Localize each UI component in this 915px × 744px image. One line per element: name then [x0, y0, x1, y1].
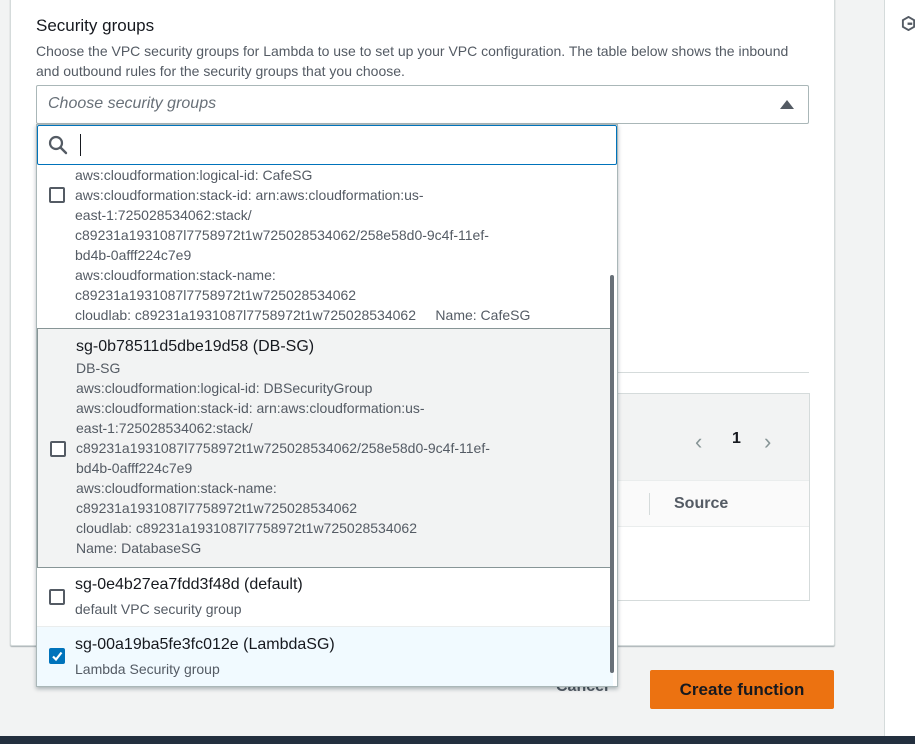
- option-detail: c89231a1931087l7758972t1w725028534062: [76, 500, 358, 516]
- option-detail: aws:cloudformation:stack-name:: [75, 267, 276, 283]
- column-divider: [649, 493, 650, 515]
- option-detail: cloudlab: c89231a1931087l7758972t1w72502…: [76, 520, 417, 536]
- rules-table: ‹ 1 › Source: [617, 393, 810, 601]
- search-input[interactable]: [37, 125, 617, 165]
- security-groups-select[interactable]: Choose security groups: [36, 85, 809, 124]
- rules-column-header-row: Source: [617, 480, 809, 527]
- caret-up-icon: [780, 100, 794, 109]
- bottom-nav-bar: [0, 736, 915, 744]
- checkbox-checked[interactable]: [49, 648, 65, 664]
- select-placeholder: Choose security groups: [48, 95, 217, 112]
- check-icon: [52, 651, 63, 662]
- option-detail: DB-SG: [76, 360, 121, 376]
- option-detail: east-1:725028534062:stack/: [76, 420, 253, 436]
- checkbox[interactable]: [49, 589, 65, 605]
- option-detail: aws:cloudformation:stack-id: arn:aws:clo…: [75, 187, 424, 203]
- security-groups-description: Choose the VPC security groups for Lambd…: [36, 43, 789, 79]
- option-detail: c89231a1931087l7758972t1w725028534062/25…: [75, 227, 489, 243]
- security-groups-dropdown: aws:cloudformation:logical-id: CafeSG aw…: [36, 124, 618, 687]
- search-icon: [48, 135, 68, 155]
- option-detail: aws:cloudformation:stack-id: arn:aws:clo…: [76, 400, 425, 416]
- column-source[interactable]: Source: [674, 495, 728, 513]
- option-name: sg-0b78511d5dbe19d58 (DB-SG): [76, 338, 315, 355]
- option-detail: bd4b-0afff224c7e9: [75, 247, 192, 263]
- option-detail: cloudlab: c89231a1931087l7758972t1w72502…: [75, 307, 531, 323]
- security-groups-title: Security groups: [36, 16, 155, 35]
- option-detail: aws:cloudformation:logical-id: CafeSG: [75, 167, 313, 183]
- g-icon[interactable]: [901, 16, 915, 31]
- option-detail: east-1:725028534062:stack/: [75, 207, 252, 223]
- option-detail: bd4b-0afff224c7e9: [76, 460, 193, 476]
- rules-table-header: ‹ 1 ›: [617, 394, 809, 480]
- option-name: sg-00a19ba5fe3fc012e (LambdaSG): [75, 636, 335, 653]
- text-cursor: [80, 134, 81, 156]
- checkbox[interactable]: [49, 187, 65, 203]
- option-detail: aws:cloudformation:logical-id: DBSecurit…: [76, 380, 373, 396]
- page-number[interactable]: 1: [732, 430, 741, 448]
- option-default[interactable]: sg-0e4b27ea7fdd3f48d (default) default V…: [37, 568, 613, 626]
- option-detail: c89231a1931087l7758972t1w725028534062: [75, 287, 357, 303]
- dropdown-scrollbar[interactable]: [610, 275, 614, 673]
- checkbox[interactable]: [50, 441, 66, 457]
- option-cafesg[interactable]: aws:cloudformation:logical-id: CafeSG aw…: [37, 165, 613, 328]
- option-detail: Lambda Security group: [75, 661, 220, 677]
- chevron-right-icon[interactable]: ›: [764, 429, 771, 455]
- option-detail: default VPC security group: [75, 601, 242, 617]
- create-function-button[interactable]: Create function: [650, 670, 834, 709]
- option-db-sg[interactable]: sg-0b78511d5dbe19d58 (DB-SG) DB-SG aws:c…: [37, 328, 613, 568]
- options-list: aws:cloudformation:logical-id: CafeSG aw…: [37, 165, 617, 686]
- option-detail: aws:cloudformation:stack-name:: [76, 480, 277, 496]
- chevron-left-icon[interactable]: ‹: [695, 429, 702, 455]
- option-detail: c89231a1931087l7758972t1w725028534062/25…: [76, 440, 490, 456]
- option-name: sg-0e4b27ea7fdd3f48d (default): [75, 576, 303, 593]
- option-detail: Name: DatabaseSG: [76, 540, 202, 556]
- option-lambdasg[interactable]: sg-00a19ba5fe3fc012e (LambdaSG) Lambda S…: [37, 627, 613, 686]
- divider: [617, 372, 809, 373]
- right-side-panel: [884, 0, 915, 736]
